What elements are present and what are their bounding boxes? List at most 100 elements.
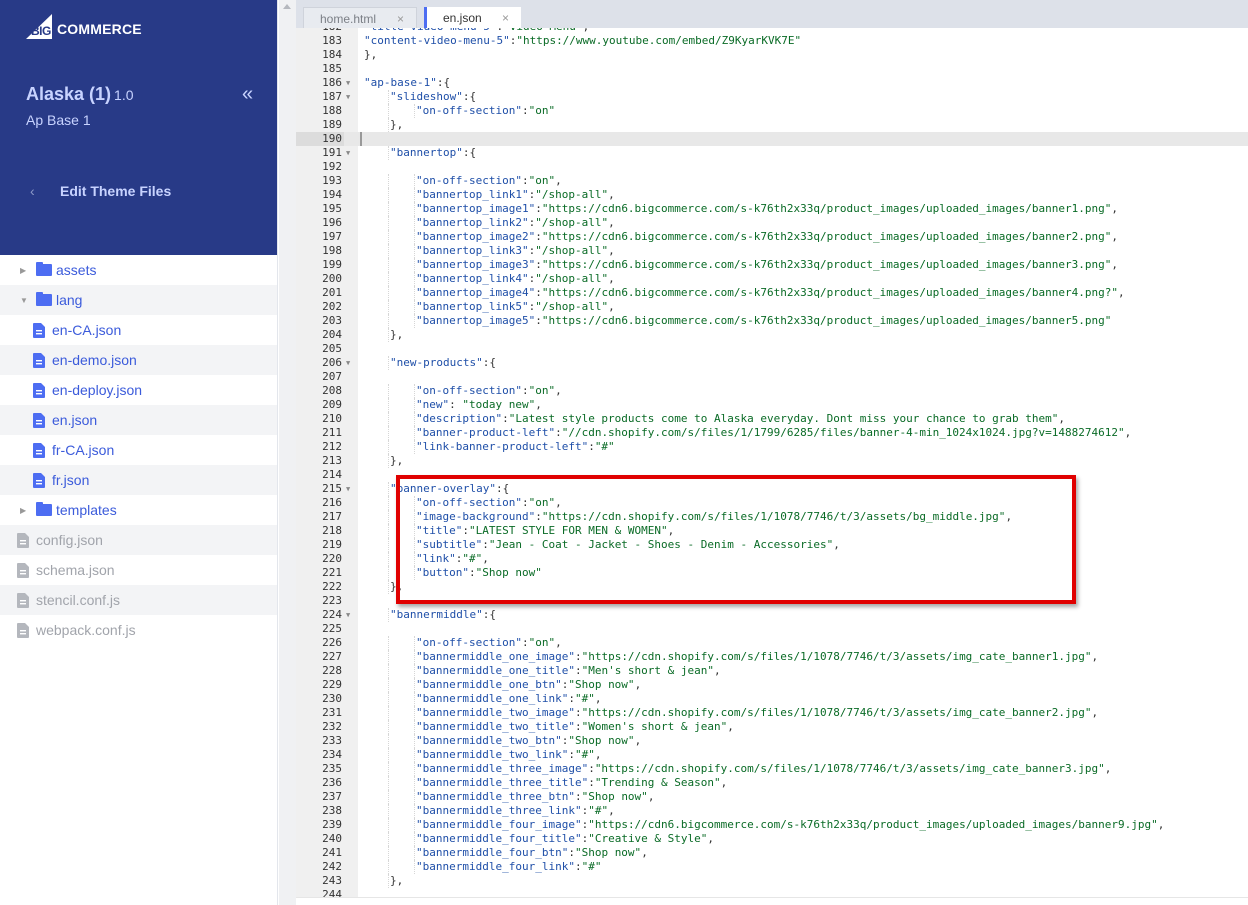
code-line[interactable]: 242 "bannermiddle_four_link":"#" xyxy=(296,860,1248,874)
code-line[interactable]: 203 "bannertop_image5":"https://cdn6.bigc… xyxy=(296,314,1248,328)
code-line[interactable]: 206 ▼ "new-products":{ xyxy=(296,356,1248,370)
tree-file-stencil-conf-js[interactable]: stencil.conf.js xyxy=(0,585,277,615)
code-line[interactable]: 187 ▼ "slideshow":{ xyxy=(296,90,1248,104)
code-line[interactable]: 223 xyxy=(296,594,1248,608)
tree-file-schema-json[interactable]: schema.json xyxy=(0,555,277,585)
code-line[interactable]: 191 ▼ "bannertop":{ xyxy=(296,146,1248,160)
code-line[interactable]: 216 "on-off-section":"on", xyxy=(296,496,1248,510)
code-line[interactable]: 220 "link":"#", xyxy=(296,552,1248,566)
fold-toggle-icon[interactable]: ▼ xyxy=(346,90,350,104)
code-line[interactable]: 221 "button":"Shop now" xyxy=(296,566,1248,580)
code-line[interactable]: 204}, xyxy=(296,328,1248,342)
code-line[interactable]: 211 "banner-product-left":"//cdn.shopify.… xyxy=(296,426,1248,440)
code-line[interactable]: 241 "bannermiddle_four_btn":"Shop now", xyxy=(296,846,1248,860)
fold-toggle-icon[interactable]: ▼ xyxy=(346,146,350,160)
code-line[interactable]: 212 "link-banner-product-left":"#" xyxy=(296,440,1248,454)
code-line[interactable]: 214 xyxy=(296,468,1248,482)
code-line[interactable]: 188 "on-off-section":"on" xyxy=(296,104,1248,118)
code-line[interactable]: 244 xyxy=(296,888,1248,897)
code-line[interactable]: 194 "bannertop_link1":"/shop-all", xyxy=(296,188,1248,202)
tree-file-fr-json[interactable]: fr.json xyxy=(0,465,277,495)
close-icon[interactable]: × xyxy=(502,11,509,25)
line-number: 234 xyxy=(322,748,342,761)
code-line[interactable]: 237 "bannermiddle_three_btn":"Shop now", xyxy=(296,790,1248,804)
fold-toggle-icon[interactable]: ▼ xyxy=(346,356,350,370)
code-editor[interactable]: 182"title-video-menu-5":"Video Menu",183… xyxy=(296,28,1248,897)
code-line[interactable]: 217 "image-background":"https://cdn.shopi… xyxy=(296,510,1248,524)
code-line[interactable]: 192 xyxy=(296,160,1248,174)
code-line[interactable]: 233 "bannermiddle_two_btn":"Shop now", xyxy=(296,734,1248,748)
code-line[interactable]: 218 "title":"LATEST STYLE FOR MEN & WOMEN… xyxy=(296,524,1248,538)
code-line[interactable]: 224 ▼ "bannermiddle":{ xyxy=(296,608,1248,622)
code-line[interactable]: 210 "description":"Latest style products … xyxy=(296,412,1248,426)
code-line[interactable]: 226 "on-off-section":"on", xyxy=(296,636,1248,650)
sidebar-scrollbar[interactable] xyxy=(279,0,295,905)
tree-file-fr-ca-json[interactable]: fr-CA.json xyxy=(0,435,277,465)
code-line[interactable]: 222}, xyxy=(296,580,1248,594)
scroll-up-arrow-icon[interactable] xyxy=(283,4,291,9)
code-line[interactable]: 229 "bannermiddle_one_btn":"Shop now", xyxy=(296,678,1248,692)
code-line[interactable]: 202 "bannertop_link5":"/shop-all", xyxy=(296,300,1248,314)
code-line[interactable]: 207 xyxy=(296,370,1248,384)
code-line[interactable]: 230 "bannermiddle_one_link":"#", xyxy=(296,692,1248,706)
code-line[interactable]: 190 xyxy=(296,132,1248,146)
caret-right-icon[interactable]: ▶ xyxy=(20,506,34,515)
bigcommerce-logo[interactable]: BIG COMMERCE xyxy=(26,13,142,39)
code-line[interactable]: 205 xyxy=(296,342,1248,356)
close-icon[interactable]: × xyxy=(397,12,404,26)
tree-file-en-json[interactable]: en.json xyxy=(0,405,277,435)
code-line[interactable]: 232 "bannermiddle_two_title":"Women's sho… xyxy=(296,720,1248,734)
tree-file-en-demo-json[interactable]: en-demo.json xyxy=(0,345,277,375)
tree-file-en-ca-json[interactable]: en-CA.json xyxy=(0,315,277,345)
code-line[interactable]: 236 "bannermiddle_three_title":"Trending … xyxy=(296,776,1248,790)
code-line[interactable]: 208 "on-off-section":"on", xyxy=(296,384,1248,398)
tree-folder-assets[interactable]: ▶ assets xyxy=(0,255,277,285)
line-number: 188 xyxy=(322,104,342,117)
code-line[interactable]: 183 "content-video-menu-5":"https://www.y… xyxy=(296,34,1248,48)
tree-file-webpack-conf-js[interactable]: webpack.conf.js xyxy=(0,615,277,645)
code-line[interactable]: 243}, xyxy=(296,874,1248,888)
caret-right-icon[interactable]: ▶ xyxy=(20,266,34,275)
code-line[interactable]: 231 "bannermiddle_two_image":"https://cdn… xyxy=(296,706,1248,720)
tree-folder-lang[interactable]: ▼ lang xyxy=(0,285,277,315)
code-line[interactable]: 215 ▼ "banner-overlay":{ xyxy=(296,482,1248,496)
code-line[interactable]: 189}, xyxy=(296,118,1248,132)
caret-down-icon[interactable]: ▼ xyxy=(20,296,34,305)
indent-guide xyxy=(414,286,415,300)
code-line[interactable]: 240 "bannermiddle_four_title":"Creative &… xyxy=(296,832,1248,846)
code-line[interactable]: 201 "bannertop_image4":"https://cdn6.bigc… xyxy=(296,286,1248,300)
code-line[interactable]: 219 "subtitle":"Jean - Coat - Jacket - Sh… xyxy=(296,538,1248,552)
code-line[interactable]: 238 "bannermiddle_three_link":"#", xyxy=(296,804,1248,818)
tab-en-json[interactable]: en.json × xyxy=(424,7,521,29)
code-line[interactable]: 209 "new": "today new", xyxy=(296,398,1248,412)
fold-toggle-icon[interactable]: ▼ xyxy=(346,482,350,496)
tree-file-en-deploy-json[interactable]: en-deploy.json xyxy=(0,375,277,405)
code-line[interactable]: 199 "bannertop_image3":"https://cdn6.bigc… xyxy=(296,258,1248,272)
code-text: "bannermiddle_three_btn":"Shop now", xyxy=(416,790,655,803)
code-line[interactable]: 185 xyxy=(296,62,1248,76)
code-line[interactable]: 227 "bannermiddle_one_image":"https://cdn… xyxy=(296,650,1248,664)
code-line[interactable]: 196 "bannertop_link2":"/shop-all", xyxy=(296,216,1248,230)
fold-toggle-icon[interactable]: ▼ xyxy=(346,608,350,622)
editor-horizontal-scrollbar[interactable] xyxy=(296,897,1248,905)
code-line[interactable]: 197 "bannertop_image2":"https://cdn6.bigc… xyxy=(296,230,1248,244)
code-line[interactable]: 239 "bannermiddle_four_image":"https://cd… xyxy=(296,818,1248,832)
tree-file-config-json[interactable]: config.json xyxy=(0,525,277,555)
code-line[interactable]: 213}, xyxy=(296,454,1248,468)
code-line[interactable]: 195 "bannertop_image1":"https://cdn6.bigc… xyxy=(296,202,1248,216)
code-line[interactable]: 198 "bannertop_link3":"/shop-all", xyxy=(296,244,1248,258)
collapse-sidebar-button[interactable]: « xyxy=(242,84,253,104)
indent-guide xyxy=(414,216,415,230)
code-line[interactable]: 200 "bannertop_link4":"/shop-all", xyxy=(296,272,1248,286)
fold-toggle-icon[interactable]: ▼ xyxy=(346,76,350,90)
edit-theme-files-link[interactable]: ‹ Edit Theme Files xyxy=(30,183,171,199)
tree-folder-templates[interactable]: ▶ templates xyxy=(0,495,277,525)
code-line[interactable]: 184}, xyxy=(296,48,1248,62)
code-line[interactable]: 235 "bannermiddle_three_image":"https://c… xyxy=(296,762,1248,776)
code-line[interactable]: 228 "bannermiddle_one_title":"Men's short… xyxy=(296,664,1248,678)
code-line[interactable]: 234 "bannermiddle_two_link":"#", xyxy=(296,748,1248,762)
code-line[interactable]: 225 xyxy=(296,622,1248,636)
code-line[interactable]: 186 ▼ "ap-base-1":{ xyxy=(296,76,1248,90)
tab-home-html[interactable]: home.html × xyxy=(303,7,417,29)
code-line[interactable]: 193 "on-off-section":"on", xyxy=(296,174,1248,188)
